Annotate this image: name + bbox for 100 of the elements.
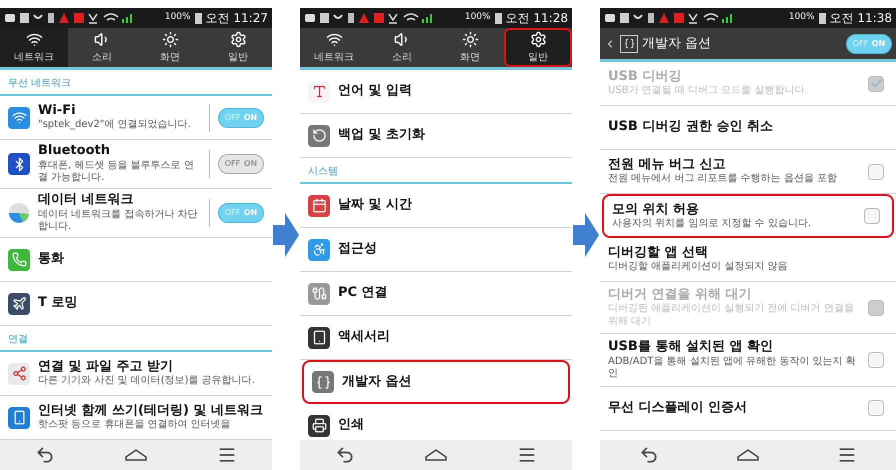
settings-item[interactable]: 연결 및 파일 주고 받기 다른 기기와 사진 및 데이터(정보)를 공유합니다. xyxy=(0,352,272,396)
wifi-icon xyxy=(8,106,30,128)
item-subtitle: 데이터 네트워크를 접속하거나 차단합니다. xyxy=(38,208,199,234)
item-title: 액세서리 xyxy=(338,329,391,346)
item-title: 인터넷 함께 쓰기(테더링) 및 네트워크 xyxy=(38,403,264,420)
battery-icon xyxy=(194,12,202,24)
settings-item[interactable]: 통화 xyxy=(0,238,272,282)
item-subtitle: ADB/ADT을 통해 설치된 앱에 유해한 동작이 있는지 확인 xyxy=(608,356,857,380)
item-title: 모의 위치 허용 xyxy=(612,202,700,218)
item-title: PC 연결 xyxy=(338,285,389,302)
on-label: ON xyxy=(244,207,258,219)
screen-title: 개발자 옵션 xyxy=(642,34,712,53)
letter-icon xyxy=(308,80,330,102)
item-subtitle: 전원 메뉴에서 버그 리포트를 수행하는 옵션을 포함 xyxy=(608,173,838,186)
item-title: 연결 및 파일 주고 받기 xyxy=(38,359,174,375)
backup-icon xyxy=(308,124,330,146)
battery-percent: 100% xyxy=(464,11,491,24)
item-title: 언어 및 입력 xyxy=(338,83,414,100)
settings-icon xyxy=(230,30,246,48)
settings-item[interactable]: 개발자 옵션 xyxy=(302,360,570,404)
braces-icon xyxy=(620,34,638,52)
checkbox[interactable] xyxy=(868,352,884,368)
item-title: 인쇄 xyxy=(338,417,365,434)
item-title: 무선 디스플레이 인증서 xyxy=(608,400,748,416)
phone-icon xyxy=(8,248,30,270)
item-subtitle: 다른 기기와 사진 및 데이터(정보)를 공유합니다. xyxy=(38,375,256,388)
accessibility-icon xyxy=(308,238,330,260)
battery-percent: 100% xyxy=(788,11,815,24)
back-icon[interactable] xyxy=(638,445,659,465)
on-label: ON xyxy=(872,38,886,50)
item-title: 통화 xyxy=(38,251,65,268)
off-label: OFF xyxy=(852,38,868,50)
check-icon xyxy=(870,77,882,90)
battery-icon xyxy=(818,12,826,24)
phone-share-icon xyxy=(8,406,30,428)
settings-item[interactable]: PC 연결 xyxy=(300,272,572,316)
battery-icon xyxy=(494,12,502,24)
item-subtitle: 휴대폰, 헤드셋 등을 블루투스로 연결 가능합니다. xyxy=(38,160,195,185)
settings-icon xyxy=(530,30,546,48)
settings-item[interactable]: 모의 위치 허용 사용자의 위치를 임의로 지정할 수 있습니다. xyxy=(602,194,894,238)
settings-item[interactable]: 백업 및 초기화 xyxy=(300,114,572,158)
checkbox[interactable] xyxy=(868,400,884,416)
settings-item[interactable]: USB 디버깅 권한 승인 취소 xyxy=(600,106,896,150)
back-icon[interactable] xyxy=(334,445,355,465)
checkbox[interactable] xyxy=(864,208,880,224)
item-title: Wi-Fi xyxy=(38,103,77,119)
printer-icon xyxy=(308,414,330,436)
checkbox[interactable] xyxy=(868,164,884,180)
off-label: OFF xyxy=(224,112,240,124)
section-header: 무선 네트워크 xyxy=(0,70,272,96)
tab[interactable]: 네트워크 xyxy=(0,28,68,67)
item-title: 디버거 연결을 위해 대기 xyxy=(608,287,753,304)
item-title: Bluetooth xyxy=(38,143,111,160)
settings-item[interactable]: 날짜 및 시간 xyxy=(300,184,572,228)
settings-item[interactable]: T 로밍 xyxy=(0,282,272,326)
item-title: 접근성 xyxy=(338,241,378,258)
section-header: 시스템 xyxy=(300,158,572,184)
item-title: USB 디버깅 xyxy=(608,69,682,86)
settings-item[interactable]: 무선 디스플레이 인증서 xyxy=(600,386,896,430)
home-icon[interactable] xyxy=(424,448,448,462)
toggle-switch[interactable]: OFF ON xyxy=(218,154,264,174)
item-subtitle: USB가 연결될 때 디버그 모드를 실행합니다. xyxy=(608,85,809,98)
settings-item[interactable]: 디버깅할 앱 선택 디버깅할 애플리케이션이 설정되지 않음 xyxy=(600,238,896,282)
item-title: 데이터 네트워크 xyxy=(38,192,135,209)
clock-text: 오전 11:38 xyxy=(830,10,892,27)
item-title: 개발자 옵션 xyxy=(342,374,413,390)
back-icon[interactable] xyxy=(34,445,55,465)
item-subtitle: 사용자의 위치를 임의로 지정할 수 있습니다. xyxy=(612,218,812,230)
item-title: 전원 메뉴 버그 신고 xyxy=(608,157,727,174)
calendar-icon xyxy=(308,194,330,216)
right-arrow xyxy=(573,213,599,257)
home-icon[interactable] xyxy=(124,448,148,462)
item-subtitle: 핫스팟 등으로 휴대폰을 연결하여 인터넷을 xyxy=(38,419,232,432)
on-label: ON xyxy=(244,112,258,124)
settings-item[interactable]: 전원 메뉴 버그 신고 전원 메뉴에서 버그 리포트를 수행하는 옵션을 포함 xyxy=(600,150,896,194)
sun-icon xyxy=(462,30,478,48)
off-label: OFF xyxy=(224,158,240,170)
right-arrow xyxy=(273,213,299,257)
item-title: USB를 통해 설치된 앱 확인 xyxy=(608,339,774,356)
settings-item[interactable]: Wi-Fi "sptek_dev2"에 연결되었습니다. OFF ON xyxy=(0,96,272,140)
settings-item[interactable]: Bluetooth 휴대폰, 헤드셋 등을 블루투스로 연결 가능합니다. OFF ON xyxy=(0,140,272,189)
settings-item[interactable]: 언어 및 입력 xyxy=(300,70,572,114)
item-title: T 로밍 xyxy=(38,295,78,312)
item-subtitle: 디버깅된 애플리케이션이 실행되기 전에 디버거 연결을 위해 대기 xyxy=(608,303,855,328)
settings-item[interactable]: 액세서리 xyxy=(300,316,572,360)
battery-percent: 100% xyxy=(164,11,191,24)
settings-item[interactable]: 데이터 네트워크 데이터 네트워크를 접속하거나 차단합니다. OFF ON xyxy=(0,189,272,238)
item-subtitle: "sptek_dev2"에 연결되었습니다. xyxy=(38,119,192,132)
item-title: USB 디버깅 권한 승인 취소 xyxy=(608,119,774,136)
item-subtitle: 디버깅할 애플리케이션이 설정되지 않음 xyxy=(608,261,789,274)
on-label: ON xyxy=(244,158,258,170)
item-title: 디버깅할 앱 선택 xyxy=(608,245,710,262)
tab[interactable]: 일반 xyxy=(504,28,572,67)
item-title: 백업 및 초기화 xyxy=(338,127,426,144)
settings-item[interactable]: USB를 통해 설치된 앱 확인 ADB/ADT을 통해 설치된 앱에 유해한 동작이 있는지 확인 xyxy=(600,334,896,386)
sun-icon xyxy=(162,30,178,48)
settings-item[interactable]: 접근성 xyxy=(300,228,572,272)
clock-text: 오전 11:28 xyxy=(506,10,568,27)
home-icon[interactable] xyxy=(736,448,760,462)
bluetooth-icon xyxy=(8,153,30,175)
